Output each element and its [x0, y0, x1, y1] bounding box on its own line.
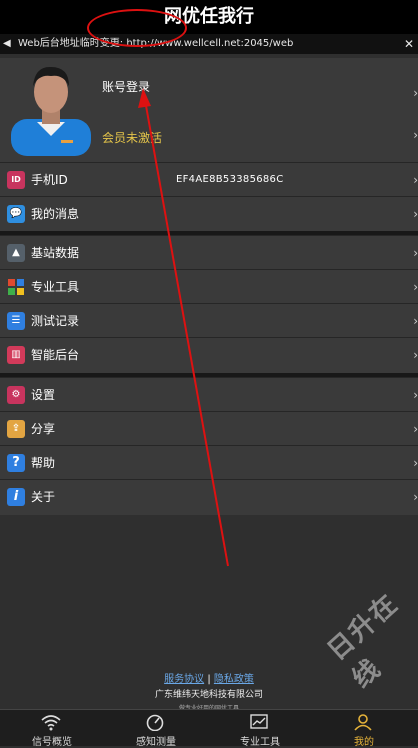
tab-mine[interactable]: 我的 — [312, 710, 416, 748]
tab-label: 专业工具 — [240, 737, 280, 748]
tab-perception[interactable]: 感知测量 — [104, 710, 208, 748]
service-agreement-link[interactable]: 服务协议 — [164, 674, 204, 685]
company-name: 广东维纬天地科技有限公司 — [154, 690, 263, 700]
tab-label: 信号概览 — [32, 737, 72, 748]
tab-pro-tools[interactable]: 专业工具 — [208, 710, 312, 748]
wifi-icon — [41, 715, 61, 731]
footer-divider: | — [207, 674, 211, 685]
privacy-policy-link[interactable]: 隐私政策 — [214, 674, 254, 685]
tab-signal-overview[interactable]: 信号概览 — [0, 710, 104, 748]
tab-label: 感知测量 — [136, 737, 176, 748]
gauge-icon — [146, 714, 164, 731]
tab-label: 我的 — [354, 737, 374, 748]
tools-icon — [250, 714, 268, 729]
person-icon — [354, 714, 372, 731]
bottom-tab-bar: 信号概览 感知测量 专业工具 我的 — [0, 709, 418, 748]
